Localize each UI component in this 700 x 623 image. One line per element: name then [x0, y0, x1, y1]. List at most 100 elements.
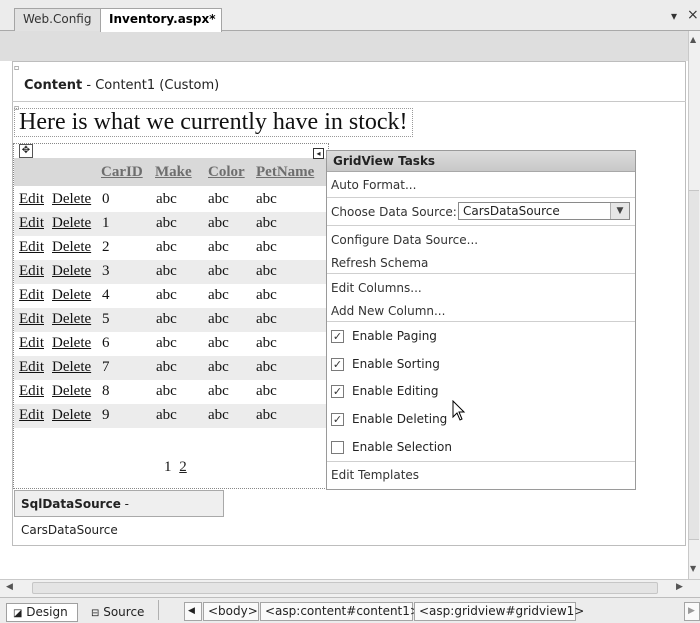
edit-link[interactable]: Edit — [19, 311, 44, 328]
edit-templates-link[interactable]: Edit Templates — [331, 468, 419, 482]
edit-link[interactable]: Edit — [19, 335, 44, 352]
edit-link[interactable]: Edit — [19, 239, 44, 256]
column-header-color[interactable]: Color — [208, 164, 245, 181]
design-view-icon: ◪ — [13, 608, 23, 619]
source-view-icon: ⊟ — [91, 608, 100, 619]
edit-link[interactable]: Edit — [19, 287, 44, 304]
scroll-up-icon[interactable]: ▲ — [690, 35, 696, 44]
enable-editing-checkbox[interactable]: ✓ — [331, 385, 344, 398]
cell-make: abc — [156, 287, 177, 303]
edit-link[interactable]: Edit — [19, 215, 44, 232]
add-new-column-link[interactable]: Add New Column... — [331, 304, 445, 318]
delete-link[interactable]: Delete — [52, 359, 91, 376]
enable-sorting-checkbox[interactable]: ✓ — [331, 358, 344, 371]
delete-link[interactable]: Delete — [52, 191, 91, 208]
window-list-dropdown-icon[interactable]: ▾ — [671, 9, 677, 23]
scroll-right-icon[interactable]: ▶ — [676, 582, 683, 592]
bar-divider — [158, 600, 159, 620]
pager-page-link[interactable]: 2 — [179, 459, 187, 475]
design-view-tab[interactable]: ◪ Design — [6, 603, 78, 622]
enable-deleting-label: Enable Deleting — [352, 412, 448, 426]
gridview-tasks-panel — [326, 150, 636, 490]
cell-petname: abc — [256, 407, 277, 423]
cell-make: abc — [156, 407, 177, 423]
enable-editing-label: Enable Editing — [352, 384, 439, 398]
content-detail: - Content1 (Custom) — [82, 78, 220, 93]
column-header-carid[interactable]: CarID — [101, 164, 143, 181]
enable-deleting-checkbox[interactable]: ✓ — [331, 413, 344, 426]
content-name: Content — [24, 78, 83, 93]
chevron-down-icon[interactable]: ▼ — [610, 203, 629, 219]
cell-color: abc — [208, 287, 229, 303]
cell-carid: 1 — [102, 215, 110, 231]
column-header-petname[interactable]: PetName — [256, 164, 314, 181]
breadcrumb-gridview1[interactable]: <asp:gridview#gridview1> — [414, 602, 584, 621]
cell-color: abc — [208, 359, 229, 375]
cell-carid: 5 — [102, 311, 110, 327]
cell-petname: abc — [256, 383, 277, 399]
enable-sorting-label: Enable Sorting — [352, 357, 440, 371]
cell-petname: abc — [256, 239, 277, 255]
sqldatasource-control[interactable]: SqlDataSource - CarsDataSource — [14, 490, 224, 537]
cell-color: abc — [208, 263, 229, 279]
edit-link[interactable]: Edit — [19, 407, 44, 424]
enable-paging-checkbox[interactable]: ✓ — [331, 330, 344, 343]
refresh-schema-link[interactable]: Refresh Schema — [331, 256, 428, 270]
delete-link[interactable]: Delete — [52, 383, 91, 400]
page-heading[interactable]: Here is what we currently have in stock! — [14, 108, 413, 137]
horizontal-scroll-thumb[interactable] — [32, 582, 658, 594]
breadcrumb-body[interactable]: <body> — [203, 602, 259, 621]
delete-link[interactable]: Delete — [52, 335, 91, 352]
edit-columns-link[interactable]: Edit Columns... — [331, 281, 422, 295]
scroll-down-icon[interactable]: ▼ — [690, 564, 696, 573]
cell-make: abc — [156, 191, 177, 207]
cell-petname: abc — [256, 263, 277, 279]
delete-link[interactable]: Delete — [52, 407, 91, 424]
smart-tag-icon[interactable]: ◂ — [313, 148, 324, 159]
edit-link[interactable]: Edit — [19, 191, 44, 208]
delete-link[interactable]: Delete — [52, 311, 91, 328]
tasks-separator — [327, 461, 635, 462]
content-glyph-icon: ▫ — [14, 63, 20, 72]
enable-selection-label: Enable Selection — [352, 440, 452, 454]
cell-color: abc — [208, 191, 229, 207]
master-page-area — [0, 31, 688, 61]
auto-format-link[interactable]: Auto Format... — [331, 178, 416, 192]
delete-link[interactable]: Delete — [52, 287, 91, 304]
scroll-left-icon[interactable]: ◀ — [6, 582, 13, 592]
grid-pager: 1 2 — [164, 459, 187, 476]
enable-selection-checkbox[interactable] — [331, 441, 344, 454]
edit-link[interactable]: Edit — [19, 383, 44, 400]
cell-make: abc — [156, 335, 177, 351]
configure-data-source-link[interactable]: Configure Data Source... — [331, 233, 478, 247]
tab-web-config[interactable]: Web.Config — [14, 8, 104, 31]
close-document-icon[interactable]: × — [687, 7, 699, 23]
cell-make: abc — [156, 311, 177, 327]
cell-petname: abc — [256, 215, 277, 231]
delete-link[interactable]: Delete — [52, 263, 91, 280]
vertical-scroll-thumb[interactable] — [689, 190, 699, 540]
source-view-tab[interactable]: ⊟ Source — [84, 603, 152, 622]
cell-petname: abc — [256, 335, 277, 351]
datasource-type: SqlDataSource — [21, 497, 121, 511]
delete-link[interactable]: Delete — [52, 215, 91, 232]
move-handle-icon[interactable]: ✥ — [19, 144, 33, 158]
edit-link[interactable]: Edit — [19, 359, 44, 376]
breadcrumb-back-icon[interactable]: ◀ — [184, 602, 202, 621]
cell-make: abc — [156, 383, 177, 399]
content-separator — [12, 101, 686, 102]
data-source-select[interactable]: CarsDataSource — [458, 202, 630, 220]
delete-link[interactable]: Delete — [52, 239, 91, 256]
data-source-value: CarsDataSource — [463, 204, 560, 218]
column-header-make[interactable]: Make — [155, 164, 192, 181]
design-tab-label: Design — [26, 605, 68, 619]
cell-petname: abc — [256, 287, 277, 303]
cell-carid: 2 — [102, 239, 110, 255]
tab-inventory-aspx[interactable]: Inventory.aspx* — [100, 8, 222, 32]
cell-carid: 8 — [102, 383, 110, 399]
breadcrumb-content1[interactable]: <asp:content#content1> — [260, 602, 420, 621]
tasks-separator — [327, 273, 635, 274]
breadcrumb-forward-icon[interactable]: ▶ — [684, 602, 700, 621]
edit-link[interactable]: Edit — [19, 263, 44, 280]
cell-make: abc — [156, 239, 177, 255]
